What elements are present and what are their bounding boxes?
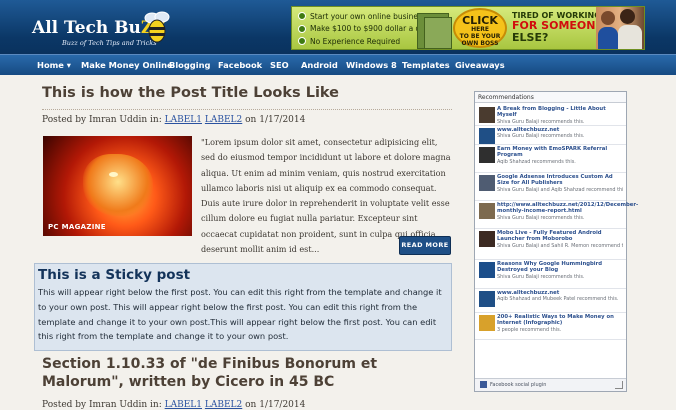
recommendation-title[interactable]: Mobo Live - Fully Featured Android Launc… (497, 230, 623, 243)
label-link[interactable]: LABEL2 (205, 400, 242, 410)
read-more-button[interactable]: READ MORE (399, 236, 451, 255)
site-logo[interactable]: All Tech BuZZ Buzz of Tech Tips and Tric… (32, 4, 172, 50)
bee-icon (144, 11, 170, 43)
recommendation-title[interactable]: http://www.alltechbuzz.net/2012/12/Decem… (497, 202, 638, 215)
recommendation-title[interactable]: 200+ Realistic Ways to Make Money on Int… (497, 314, 623, 327)
recommendation-thumbnail (479, 147, 495, 163)
recommendation-thumbnail (479, 175, 495, 191)
sticky-body: This will appear right below the first p… (38, 287, 442, 342)
recommendations-widget: Recommendations A Break from Blogging - … (474, 91, 638, 392)
recommendation-title[interactable]: Earn Money with EmoSPARK Referral Progra… (497, 146, 623, 159)
recommendation-thumbnail (479, 315, 495, 331)
recommendation-item[interactable]: Earn Money with EmoSPARK Referral Progra… (475, 144, 626, 173)
recommendation-subtext: Shiva Guru Balaji recommends this. (497, 215, 585, 221)
nav-make-money-online[interactable]: Make Money Online (81, 55, 173, 75)
recommendation-item[interactable]: Reasons Why Google Hummingbird Destroyed… (475, 259, 626, 289)
nav-windows-8[interactable]: Windows 8 (346, 55, 397, 75)
recommendation-item[interactable]: 200+ Realistic Ways to Make Money on Int… (475, 312, 626, 340)
divider (42, 109, 452, 110)
nav-home[interactable]: Home ▾ (37, 55, 71, 75)
recommendation-item[interactable]: http://www.alltechbuzz.net/2012/12/Decem… (475, 200, 638, 229)
recommendation-thumbnail (479, 107, 495, 123)
bullet-icon (298, 24, 306, 33)
sticky-title: This is a Sticky post (38, 267, 191, 283)
main-nav: Home ▾ Make Money Online Blogging Facebo… (0, 54, 676, 75)
ad-banner[interactable]: Start your own online business today Mak… (291, 6, 645, 50)
recommendation-subtext: Shiva Guru Balaji and Aqib Shahzad recom… (497, 187, 623, 193)
label-link[interactable]: LABEL1 (165, 400, 202, 410)
nav-android[interactable]: Android (301, 55, 338, 75)
nav-giveaways[interactable]: Giveaways (455, 55, 505, 75)
bullet-icon (298, 12, 306, 21)
widget-header: Recommendations (475, 92, 626, 103)
recommendation-thumbnail (479, 128, 495, 144)
money-image (424, 17, 452, 49)
post-meta: Posted by Imran Uddin in: LABEL1 LABEL2 … (42, 400, 306, 410)
recommendation-item[interactable]: A Break from Blogging - Little About Mys… (475, 104, 626, 126)
recommendation-title[interactable]: A Break from Blogging - Little About Mys… (497, 106, 623, 119)
post-thumbnail[interactable]: PC MAGAZINE (43, 136, 192, 236)
site-header: All Tech BuZZ Buzz of Tech Tips and Tric… (0, 0, 676, 54)
recommendation-subtext: Shiva Guru Balaji recommends this. (497, 133, 585, 139)
nav-seo[interactable]: SEO (270, 55, 289, 75)
post-title[interactable]: Section 1.10.33 of "de Finibus Bonorum e… (42, 355, 462, 391)
post-meta: Posted by Imran Uddin in: LABEL1 LABEL2 … (42, 115, 306, 125)
banner-people-image (596, 7, 644, 49)
main-content: This is how the Post Title Looks Like Po… (32, 75, 462, 410)
recommendation-subtext: 3 people recommend this. (497, 327, 562, 333)
widget-footer: Facebook social plugin (475, 378, 626, 391)
recommendation-thumbnail (479, 203, 495, 219)
recommendation-subtext: Aqib Shahzad recommends this. (497, 159, 576, 165)
label-link[interactable]: LABEL2 (205, 115, 242, 125)
recommendation-item[interactable]: Google Adsense Introduces Custom Ad Size… (475, 172, 626, 201)
resize-grip-icon (615, 381, 623, 389)
recommendation-title[interactable]: Reasons Why Google Hummingbird Destroyed… (497, 261, 623, 274)
facebook-icon (480, 381, 487, 388)
recommendation-subtext: Shiva Guru Balaji and Sahil R. Memon rec… (497, 243, 623, 249)
recommendation-thumbnail (479, 231, 495, 247)
banner-click-button[interactable]: CLICK HERE TO BE YOUR OWN BOSS (453, 8, 507, 48)
banner-headline: TIRED OF WORKING FOR SOMEONE ELSE? (512, 11, 603, 44)
bullet-icon (298, 37, 306, 46)
recommendation-item[interactable]: Mobo Live - Fully Featured Android Launc… (475, 228, 626, 260)
recommendation-thumbnail (479, 262, 495, 278)
label-link[interactable]: LABEL1 (165, 115, 202, 125)
post-title[interactable]: This is how the Post Title Looks Like (42, 85, 339, 101)
sticky-post: This is a Sticky post This will appear r… (34, 263, 452, 351)
recommendation-subtext: Shiva Guru Balaji recommends this. (497, 274, 585, 280)
recommendation-subtext: Aqib Shahzad and Mubeek Patel recommend … (497, 296, 619, 302)
thumbnail-brand: PC MAGAZINE (48, 223, 106, 231)
recommendation-title[interactable]: Google Adsense Introduces Custom Ad Size… (497, 174, 623, 187)
nav-templates[interactable]: Templates (402, 55, 450, 75)
recommendation-item[interactable]: www.alltechbuzz.net Aqib Shahzad and Mube… (475, 288, 626, 313)
recommendation-item[interactable]: www.alltechbuzz.net Shiva Guru Balaji rec… (475, 125, 626, 145)
nav-blogging[interactable]: Blogging (169, 55, 210, 75)
nav-facebook[interactable]: Facebook (218, 55, 262, 75)
recommendation-thumbnail (479, 291, 495, 307)
